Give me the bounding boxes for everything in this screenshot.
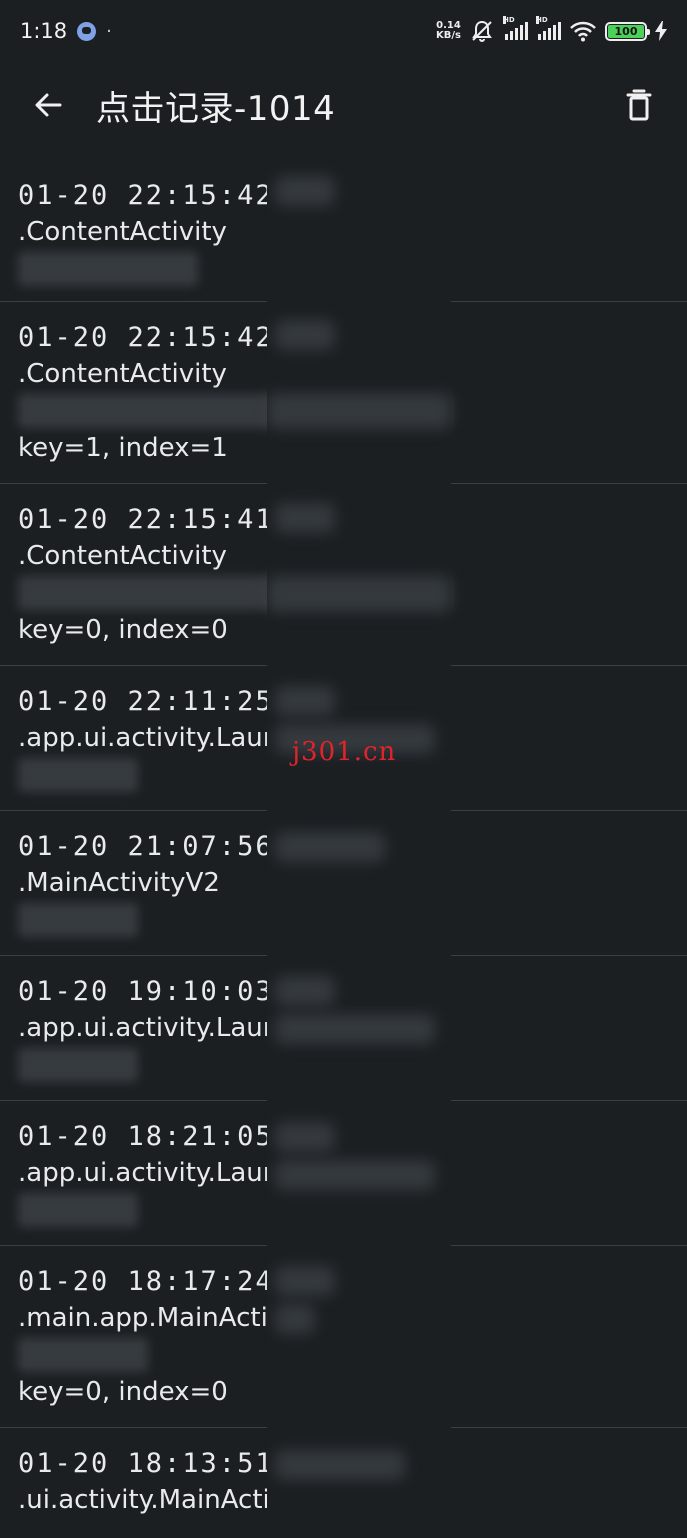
redacted-block	[275, 976, 335, 1006]
network-speed: 0.14 KB/s	[436, 21, 461, 41]
signal-1-icon: HD	[503, 16, 528, 40]
redacted-block	[275, 1014, 435, 1044]
redacted-text	[18, 1048, 138, 1082]
redacted-block	[267, 576, 451, 612]
redacted-block	[275, 1160, 435, 1190]
app-bar: 点击记录-1014	[0, 62, 687, 148]
muted-bell-icon	[472, 20, 492, 42]
battery-level: 100	[608, 24, 644, 38]
trash-icon	[626, 89, 652, 121]
battery-icon: 100	[605, 21, 650, 41]
notification-app-icon	[77, 21, 97, 41]
redacted-text	[18, 252, 198, 286]
status-bar: 1:18 · 0.14 KB/s HD HD 100	[0, 0, 687, 62]
redacted-block	[275, 503, 335, 533]
redacted-block	[275, 320, 335, 350]
redacted-block	[275, 1304, 315, 1334]
network-speed-unit: KB/s	[436, 30, 461, 41]
redacted-text	[18, 903, 138, 937]
delete-button[interactable]	[609, 75, 669, 135]
redacted-block	[275, 1266, 335, 1296]
privacy-mask	[267, 148, 451, 1527]
watermark: j301.cn	[292, 737, 397, 767]
arrow-left-icon	[35, 93, 62, 117]
status-icons: 0.14 KB/s HD HD 100	[436, 16, 667, 43]
redacted-block	[275, 832, 385, 862]
hd-label: HD	[503, 16, 515, 24]
redacted-block	[275, 686, 335, 716]
page-title: 点击记录-1014	[96, 88, 336, 129]
redacted-block	[267, 393, 451, 429]
redacted-block	[275, 1122, 335, 1152]
redacted-text	[18, 758, 138, 792]
wifi-icon	[570, 21, 596, 42]
redacted-text	[18, 1338, 148, 1372]
status-time: 1:18	[20, 19, 68, 43]
hd-label: HD	[536, 16, 548, 24]
redacted-text	[18, 1193, 138, 1227]
signal-2-icon: HD	[536, 16, 561, 40]
status-dot: ·	[106, 20, 112, 42]
redacted-block	[275, 1450, 405, 1480]
redacted-block	[275, 176, 335, 206]
charging-bolt-icon	[655, 21, 667, 41]
back-button[interactable]	[18, 75, 78, 135]
